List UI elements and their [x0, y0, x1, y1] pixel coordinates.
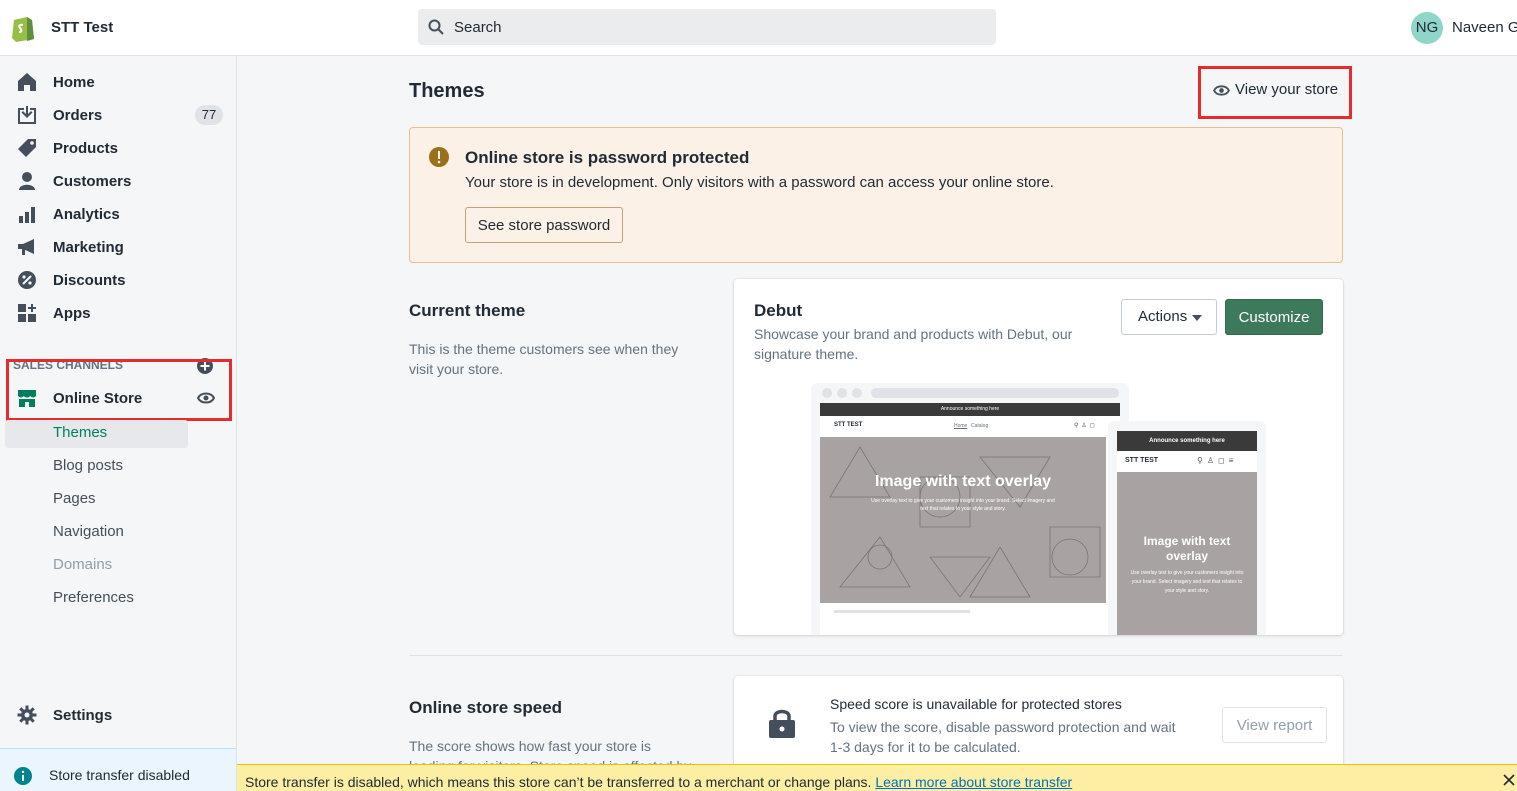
home-icon [18, 73, 36, 91]
sidebar-item-label: Products [53, 140, 119, 157]
see-store-password-button[interactable]: See store password [465, 207, 623, 243]
store-transfer-status[interactable]: Store transfer disabled [0, 748, 236, 791]
orders-count-badge: 77 [195, 105, 223, 125]
banner-title: Online store is password protected [465, 148, 750, 167]
sidebar-item-label: Customers [53, 173, 132, 190]
sidebar-item-products[interactable]: Products [0, 132, 237, 165]
address-bar [871, 388, 1119, 398]
mobile-header-icons: ⚲♙◻≡ [1197, 456, 1238, 465]
highlight-box-online-store [6, 359, 232, 421]
avatar[interactable]: NG [1411, 12, 1443, 44]
tag-icon [18, 139, 36, 157]
preview-logo: STT TEST [834, 422, 863, 428]
search-input[interactable] [454, 9, 974, 45]
preview-hero-image: Image with text overlay Use overlay text… [820, 437, 1106, 603]
speed-card-title: Speed score is unavailable for protected… [830, 696, 1122, 712]
window-dot [852, 388, 862, 398]
lock-icon [769, 709, 795, 738]
store-name[interactable]: STT Test [51, 19, 113, 36]
sidebar: Home Orders 77 Products Customers Analyt… [0, 56, 237, 791]
mobile-hero-description: Use overlay text to give your customers … [1130, 570, 1244, 594]
preview-content-line [834, 610, 970, 613]
current-theme-card: Debut Showcase your brand and products w… [734, 279, 1343, 635]
theme-description: Showcase your brand and products with De… [754, 326, 1073, 362]
info-icon [14, 767, 32, 785]
sidebar-item-label: Apps [53, 305, 91, 322]
bar-chart-icon [19, 207, 35, 223]
mobile-announcement-bar: Announce something here [1117, 431, 1257, 451]
person-icon [19, 172, 35, 190]
view-report-button[interactable]: View report [1222, 707, 1327, 743]
mobile-preview-frame: Announce something here STT TEST ⚲♙◻≡ Im… [1108, 421, 1266, 635]
megaphone-icon [18, 239, 34, 255]
gear-icon [17, 705, 37, 725]
store-transfer-label: Store transfer disabled [49, 767, 190, 783]
preview-hero-description: Use overlay text to give your customers … [871, 498, 1055, 512]
learn-more-link[interactable]: Learn more about store transfer [875, 774, 1072, 790]
subitem-blog-posts[interactable]: Blog posts [53, 457, 123, 474]
sidebar-item-analytics[interactable]: Analytics [0, 198, 237, 231]
theme-name: Debut [754, 301, 803, 320]
actions-dropdown[interactable]: Actions [1121, 299, 1217, 335]
subitem-domains[interactable]: Domains [53, 556, 112, 573]
page-title: Themes [409, 80, 485, 102]
preview-nav-catalog: Catalog [971, 423, 989, 429]
sidebar-item-label: Analytics [53, 206, 120, 223]
mobile-logo: STT TEST [1125, 457, 1159, 464]
speed-card-description: To view the score, disable password prot… [830, 719, 1176, 755]
store-transfer-message: Store transfer is disabled, which means … [245, 774, 1072, 790]
sidebar-item-marketing[interactable]: Marketing [0, 231, 237, 264]
discount-icon [18, 271, 36, 289]
shopify-logo-icon[interactable] [10, 12, 36, 42]
caret-down-icon [1192, 315, 1202, 321]
section-divider [409, 655, 1343, 656]
sidebar-item-apps[interactable]: Apps [0, 297, 237, 330]
subitem-navigation[interactable]: Navigation [53, 523, 124, 540]
sidebar-item-label: Home [53, 74, 95, 91]
search-icon [428, 19, 444, 35]
sidebar-item-label: Marketing [53, 239, 124, 256]
banner-description: Your store is in development. Only visit… [465, 174, 1054, 191]
orders-icon [18, 106, 36, 124]
sidebar-item-settings[interactable]: Settings [0, 699, 237, 732]
preview-hero-title: Image with text overlay [874, 473, 1052, 490]
user-name[interactable]: Naveen G [1452, 19, 1517, 36]
search-bar[interactable] [418, 9, 996, 45]
password-warning-banner: Online store is password protected Your … [409, 127, 1343, 263]
subitem-preferences[interactable]: Preferences [53, 589, 134, 606]
highlight-box-view-store [1198, 66, 1352, 119]
apps-icon [18, 304, 36, 322]
sidebar-item-orders[interactable]: Orders 77 [0, 99, 237, 132]
preview-header-icons: ⚲♙◻ [1074, 423, 1098, 429]
current-theme-heading: Current theme [409, 301, 526, 320]
subitem-pages[interactable]: Pages [53, 490, 96, 507]
window-dot [837, 388, 847, 398]
sidebar-item-discounts[interactable]: Discounts [0, 264, 237, 297]
sidebar-item-label: Settings [53, 707, 113, 724]
store-transfer-text: Store transfer is disabled, which means … [245, 774, 872, 790]
mobile-hero-title: Image with text overlay [1143, 534, 1231, 563]
hero-illustration [829, 446, 1101, 598]
main-content: Themes View your store Online store is p… [237, 56, 1517, 791]
subitem-themes[interactable]: Themes [53, 424, 107, 441]
sidebar-item-label: Discounts [53, 272, 126, 289]
desktop-preview-frame: Announce something here STT TEST Home Ca… [811, 383, 1129, 635]
sidebar-item-customers[interactable]: Customers [0, 165, 237, 198]
store-transfer-banner: Store transfer is disabled, which means … [237, 764, 1517, 791]
warning-icon [429, 147, 449, 167]
sidebar-item-home[interactable]: Home [0, 66, 237, 99]
sidebar-item-label: Orders [53, 107, 103, 124]
store-speed-heading: Online store speed [409, 698, 563, 717]
mobile-hero-image: Image with text overlay Use overlay text… [1117, 472, 1257, 635]
preview-announcement-bar: Announce something here [820, 403, 1120, 416]
window-dot [822, 388, 832, 398]
customize-button[interactable]: Customize [1225, 299, 1323, 335]
actions-label: Actions [1138, 308, 1188, 325]
desktop-preview-page: Announce something here STT TEST Home Ca… [820, 403, 1120, 635]
current-theme-description: This is the theme customers see when the… [409, 341, 679, 377]
top-bar: STT Test NG Naveen G [0, 0, 1517, 56]
preview-nav-home: Home [954, 423, 968, 429]
mobile-preview-page: Announce something here STT TEST ⚲♙◻≡ Im… [1117, 431, 1257, 635]
close-icon[interactable] [1503, 774, 1515, 786]
